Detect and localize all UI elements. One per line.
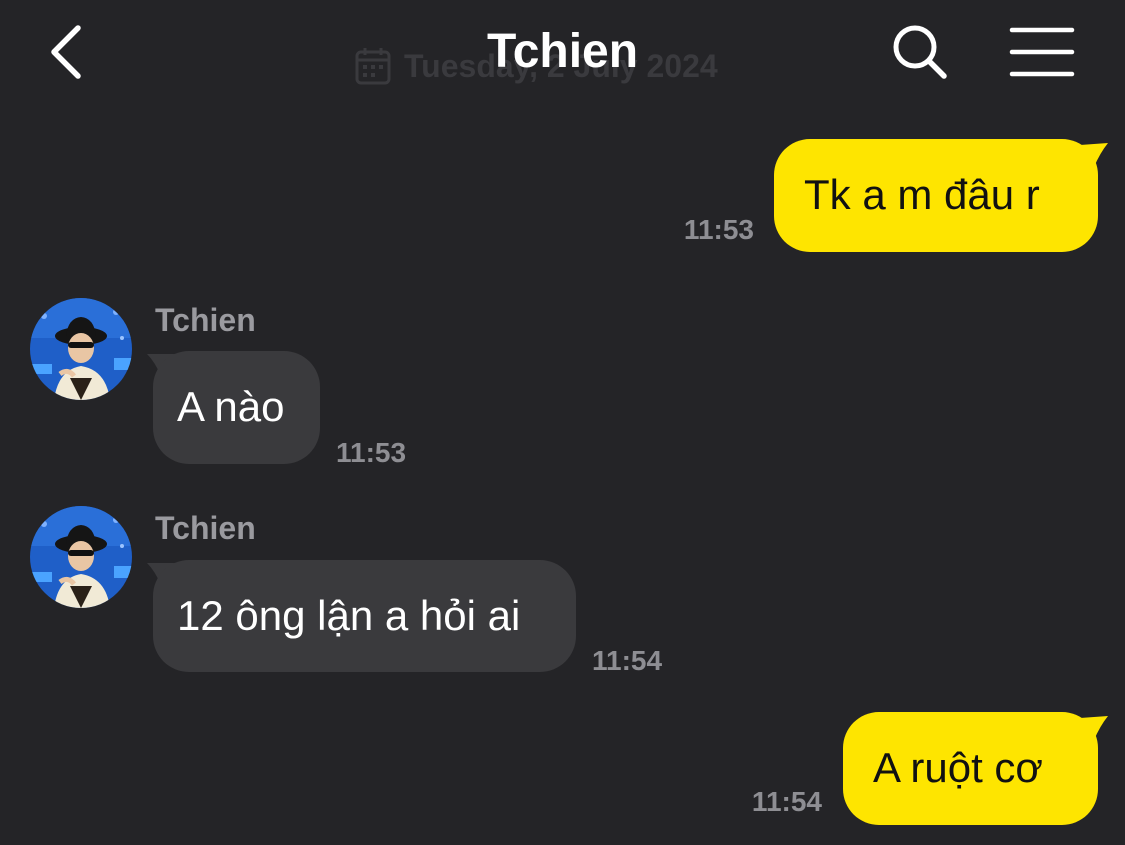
message-time: 11:54 — [751, 786, 822, 817]
message-text: 12 ông lận a hỏi ai — [177, 592, 521, 639]
chat-screen: Tuesday, 2 July 2024 Tchien 11:53 Tk a m… — [0, 0, 1125, 845]
chat-title: Tchien — [486, 25, 639, 78]
bubble-tail — [1080, 143, 1108, 167]
sender-name: Tchien — [155, 302, 256, 338]
avatar-image — [30, 298, 132, 400]
message-bubble[interactable]: A nào — [153, 351, 320, 464]
avatar[interactable] — [30, 298, 132, 400]
chat-header: Tuesday, 2 July 2024 Tchien — [0, 0, 1125, 110]
message-bubble[interactable]: Tk a m đâu r — [774, 139, 1098, 252]
message-bubble[interactable]: 12 ông lận a hỏi ai — [153, 560, 576, 672]
message-text: A ruột cơ — [873, 744, 1043, 791]
message-text: Tk a m đâu r — [804, 171, 1040, 218]
sender-name: Tchien — [155, 510, 256, 546]
message-time: 11:54 — [592, 645, 663, 676]
message-text: A nào — [177, 383, 285, 430]
message-bubble[interactable]: A ruột cơ — [843, 712, 1098, 825]
message-time: 11:53 — [683, 214, 754, 245]
avatar[interactable] — [30, 506, 132, 608]
bubble-tail — [1080, 716, 1108, 740]
avatar-image — [30, 506, 132, 608]
message-time: 11:53 — [336, 437, 407, 468]
